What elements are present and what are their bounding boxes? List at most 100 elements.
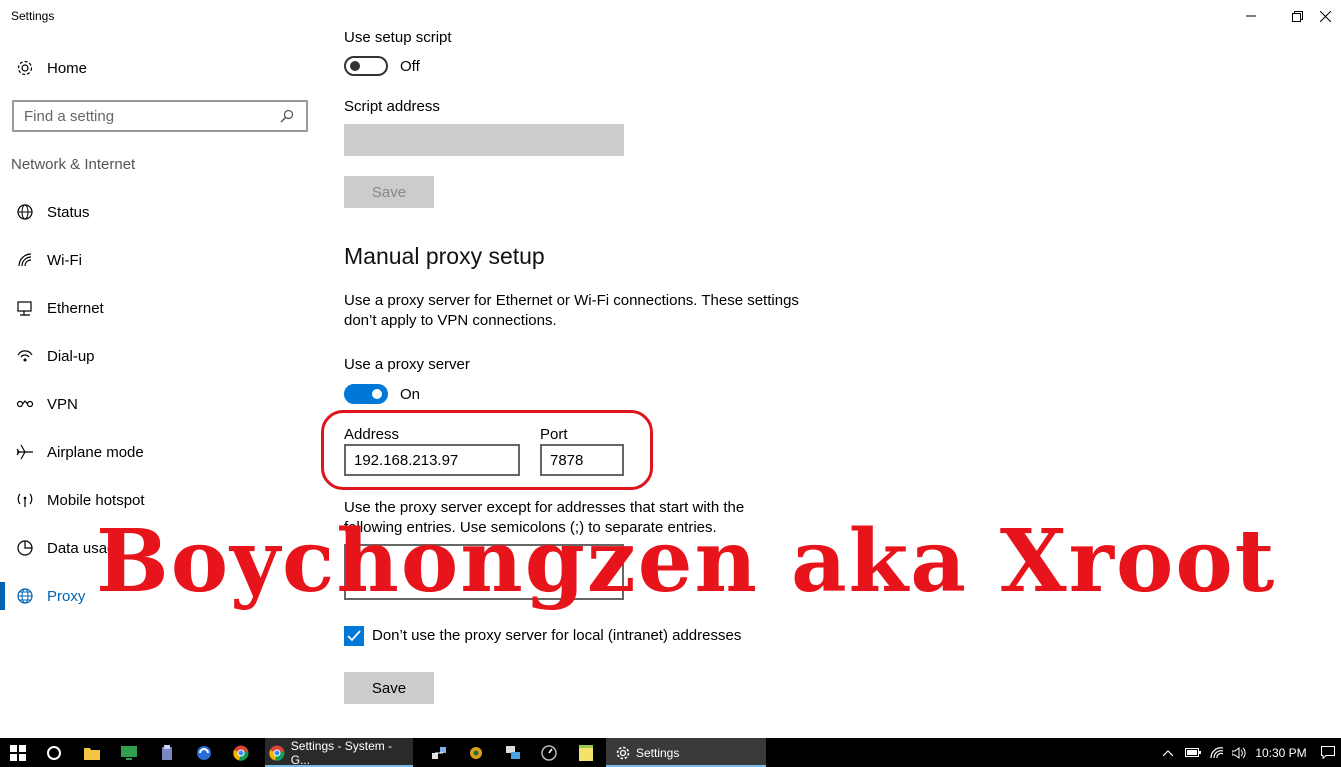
manual-proxy-heading: Manual proxy setup — [344, 243, 545, 269]
taskbar-app-blue[interactable] — [189, 738, 219, 767]
taskbar-app-notes[interactable] — [571, 738, 601, 767]
proxy-address-label: Address — [344, 426, 400, 443]
chrome-icon — [233, 745, 249, 761]
watermark-text: Boychongzen aka Xroot — [96, 511, 1277, 612]
main-content: Use setup script Off Script address Save… — [321, 29, 1340, 738]
setup-script-label: Use setup script — [344, 29, 452, 46]
sidebar-item-label: VPN — [47, 395, 78, 413]
taskbar-app-speed[interactable] — [534, 738, 564, 767]
manual-description: Use a proxy server for Ethernet or Wi-Fi… — [344, 291, 799, 331]
active-indicator — [0, 582, 5, 610]
minimize-button[interactable] — [1228, 4, 1274, 28]
toggle-knob — [350, 61, 360, 71]
taskbar-app-remote[interactable] — [498, 738, 528, 767]
title-bar: Settings — [0, 0, 1341, 32]
remote-app-icon — [506, 745, 520, 759]
vpn-icon — [15, 394, 35, 414]
taskbar-app-network[interactable] — [424, 738, 454, 767]
restore-button[interactable] — [1274, 4, 1320, 28]
setup-script-state: Off — [400, 58, 420, 75]
blue-app-icon — [197, 745, 211, 760]
battery-icon — [1185, 748, 1201, 757]
hotspot-icon — [15, 490, 35, 510]
use-proxy-label: Use a proxy server — [344, 356, 470, 373]
search-input[interactable]: Find a setting — [12, 100, 308, 132]
speaker-icon — [1232, 746, 1246, 759]
proxy-port-input[interactable]: 7878 — [540, 444, 624, 476]
action-center-button[interactable] — [1318, 738, 1338, 767]
chevron-up-icon — [1163, 749, 1173, 756]
windows-logo-icon — [10, 744, 26, 761]
ethernet-icon — [15, 298, 35, 318]
description-line: Use a proxy server for Ethernet or Wi-Fi… — [344, 292, 799, 309]
proxy-save-button[interactable]: Save — [344, 672, 434, 704]
notes-icon — [579, 744, 593, 761]
sidebar-item-label: Proxy — [47, 587, 86, 605]
setup-script-toggle[interactable] — [344, 56, 388, 76]
gear-app-icon — [470, 746, 482, 759]
description-line: don’t apply to VPN connections. — [344, 312, 557, 329]
tool-app-icon — [162, 744, 172, 760]
gear-icon — [15, 58, 35, 78]
sidebar-item-vpn[interactable]: VPN — [0, 384, 320, 424]
taskbar-app-gear[interactable] — [461, 738, 491, 767]
local-bypass-label: Don’t use the proxy server for local (in… — [372, 627, 742, 644]
taskbar-window-label: Settings - System - G... — [290, 738, 393, 767]
chrome-icon — [269, 745, 285, 761]
section-header: Network & Internet — [11, 156, 136, 173]
script-address-field[interactable] — [344, 124, 624, 156]
script-address-label: Script address — [344, 98, 440, 115]
sidebar-item-label: Ethernet — [47, 299, 104, 317]
sidebar-item-home[interactable]: Home — [0, 48, 320, 88]
sidebar-item-label: Airplane mode — [47, 443, 144, 461]
use-proxy-toggle[interactable] — [344, 384, 388, 404]
volume-indicator[interactable] — [1229, 738, 1251, 767]
start-button[interactable] — [3, 738, 33, 767]
folder-icon — [84, 747, 100, 760]
proxy-address-input[interactable]: 192.168.213.97 — [344, 444, 520, 476]
sidebar-item-dialup[interactable]: Dial-up — [0, 336, 320, 376]
dialup-icon — [15, 346, 35, 366]
taskbar: Settings - System - G... Settings 10:30 … — [0, 738, 1341, 767]
sidebar-item-label: Mobile hotspot — [47, 491, 145, 509]
use-proxy-state: On — [400, 386, 421, 403]
close-button[interactable] — [1320, 4, 1341, 28]
sidebar-item-status[interactable]: Status — [0, 192, 320, 232]
sidebar-item-label: Wi-Fi — [47, 251, 82, 269]
battery-indicator[interactable] — [1182, 738, 1204, 767]
window-title: Settings — [11, 9, 55, 23]
sidebar-item-airplane[interactable]: Airplane mode — [0, 432, 320, 472]
taskbar-window-label: Settings — [636, 745, 680, 760]
taskbar-app-tool[interactable] — [152, 738, 182, 767]
globe-status-icon — [15, 202, 35, 222]
search-placeholder: Find a setting — [24, 107, 115, 125]
airplane-icon — [15, 442, 35, 462]
tray-overflow-button[interactable] — [1158, 738, 1178, 767]
sidebar-item-ethernet[interactable]: Ethernet — [0, 288, 320, 328]
wifi-icon — [15, 250, 35, 270]
proxy-port-label: Port — [540, 426, 568, 443]
wifi-icon — [1210, 746, 1224, 758]
local-bypass-checkbox[interactable] — [344, 626, 364, 646]
taskbar-app-monitor[interactable] — [114, 738, 144, 767]
data-usage-icon — [15, 538, 35, 558]
sidebar-item-label: Status — [47, 203, 90, 221]
cortana-button[interactable] — [39, 738, 69, 767]
sidebar-item-wifi[interactable]: Wi-Fi — [0, 240, 320, 280]
toggle-knob — [372, 389, 382, 399]
restore-icon — [1291, 10, 1303, 22]
taskbar-file-explorer[interactable] — [77, 738, 107, 767]
taskbar-clock[interactable]: 10:30 PM — [1253, 738, 1309, 767]
taskbar-settings-window[interactable]: Settings — [606, 738, 766, 767]
network-tool-icon — [432, 746, 446, 759]
monitor-app-icon — [121, 745, 137, 760]
taskbar-chrome-window[interactable]: Settings - System - G... — [265, 738, 413, 767]
network-indicator[interactable] — [1206, 738, 1228, 767]
script-save-button[interactable]: Save — [344, 176, 434, 208]
sidebar: Home Find a setting Network & Internet S… — [0, 32, 320, 738]
notification-icon — [1321, 746, 1335, 759]
taskbar-chrome[interactable] — [226, 738, 256, 767]
speedometer-icon — [541, 744, 557, 761]
sidebar-item-label: Dial-up — [47, 347, 95, 365]
sidebar-item-label: Home — [47, 59, 88, 77]
